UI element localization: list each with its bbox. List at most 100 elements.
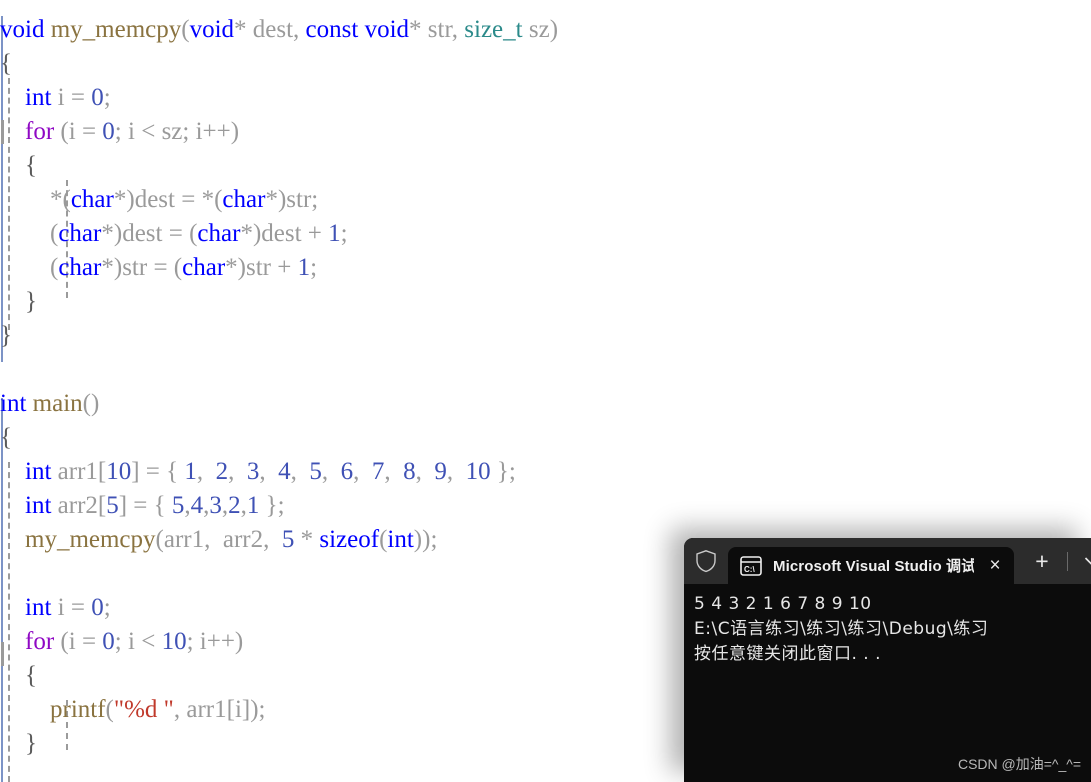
code-token: 5: [309, 458, 322, 485]
code-token: *): [101, 254, 123, 281]
code-token: i: [128, 118, 135, 145]
code-token: char: [58, 254, 102, 281]
console-window[interactable]: C:\ Microsoft Visual Studio 调试控 × + 5 4 …: [684, 538, 1091, 782]
code-token: ,: [290, 458, 310, 485]
code-token: 0: [102, 118, 115, 145]
code-line: {: [0, 47, 1091, 81]
code-token: 10: [161, 628, 187, 655]
code-token: 1: [328, 220, 341, 247]
code-token: i: [195, 118, 203, 145]
code-token: "%d ": [113, 696, 174, 723]
code-token: };: [259, 492, 285, 519]
code-token: (: [54, 118, 69, 145]
code-token: for: [25, 118, 55, 145]
code-token: 0: [102, 628, 115, 655]
code-token: dest: [252, 16, 294, 43]
code-token: (: [105, 696, 114, 723]
code-token: ,: [196, 458, 216, 485]
code-token: ++): [202, 118, 240, 145]
code-token: sz: [528, 16, 550, 43]
code-token: {: [25, 662, 37, 689]
code-token: ;: [114, 118, 128, 145]
code-token: arr1: [163, 526, 205, 553]
code-token: void: [0, 16, 45, 43]
code-token: };: [490, 458, 516, 485]
code-token: arr2: [222, 526, 264, 553]
code-token: 2: [215, 458, 229, 485]
code-token: ,: [415, 458, 435, 485]
code-token: int: [25, 594, 52, 621]
code-token: str: [427, 16, 452, 43]
code-line: }: [0, 285, 1091, 319]
code-token: <: [134, 628, 162, 655]
code-token: }: [25, 288, 37, 315]
code-token: *): [225, 254, 246, 281]
code-token: =: [147, 254, 174, 281]
console-tab[interactable]: C:\ Microsoft Visual Studio 调试控 ×: [728, 547, 1014, 584]
code-token: ;: [311, 186, 319, 213]
console-output-line: E:\C语言练习\练习\练习\Debug\练习: [694, 619, 989, 639]
code-token: ,: [259, 458, 279, 485]
code-token: *): [101, 220, 123, 247]
code-token: 5: [106, 492, 119, 519]
code-token: size_t: [464, 16, 523, 43]
code-token: arr1: [57, 458, 98, 485]
code-token: ,: [204, 526, 223, 553]
code-token: 3: [246, 458, 260, 485]
console-output-area[interactable]: 5 4 3 2 1 6 7 8 9 10 E:\C语言练习\练习\练习\Debu…: [684, 584, 1091, 782]
code-token: 1: [297, 254, 311, 281]
code-token: 0: [91, 594, 104, 621]
code-token: =: [64, 84, 92, 111]
svg-text:C:\: C:\: [744, 565, 755, 574]
code-token: const: [305, 16, 359, 43]
code-token: 1: [184, 458, 197, 485]
code-token: =: [174, 186, 202, 213]
code-token: my_memcpy: [25, 526, 156, 553]
code-token: i: [128, 628, 135, 655]
code-token: 8: [403, 458, 416, 485]
code-token: =: [162, 220, 190, 247]
code-token: char: [58, 220, 102, 247]
code-token: {: [0, 424, 12, 451]
code-token: dest: [122, 220, 163, 247]
code-token: ,: [293, 16, 306, 43]
code-token: =: [75, 118, 103, 145]
code-token: 10: [465, 458, 491, 485]
code-token: *): [265, 186, 287, 213]
code-token: ;: [103, 84, 111, 111]
code-token: <: [134, 118, 162, 145]
code-token: main: [32, 390, 83, 417]
code-token: *(: [201, 186, 223, 213]
code-token: ;: [103, 594, 111, 621]
code-token: ;: [186, 628, 200, 655]
code-token: (: [155, 526, 164, 553]
code-token: printf: [50, 696, 106, 723]
code-token: ;: [182, 118, 196, 145]
code-token: ] = {: [118, 492, 172, 519]
close-icon[interactable]: ×: [982, 553, 1008, 579]
console-titlebar[interactable]: C:\ Microsoft Visual Studio 调试控 × +: [684, 538, 1091, 584]
console-tab-actions: +: [1014, 538, 1091, 584]
code-line: void my_memcpy(void* dest, const void* s…: [0, 13, 1091, 47]
code-token: ,: [228, 458, 247, 485]
code-token: +: [301, 220, 329, 247]
code-token: 5: [171, 492, 185, 519]
csdn-watermark: CSDN @加油=^_^=: [957, 756, 1081, 772]
new-tab-button[interactable]: +: [1028, 547, 1056, 575]
code-token: void: [364, 16, 410, 43]
code-token: ,: [451, 16, 465, 43]
code-token: *): [240, 220, 262, 247]
code-token: *(: [50, 186, 71, 213]
code-token: 9: [434, 458, 447, 485]
code-token: ;: [340, 220, 348, 247]
chevron-down-icon[interactable]: [1079, 548, 1091, 574]
code-token: [: [97, 492, 107, 519]
